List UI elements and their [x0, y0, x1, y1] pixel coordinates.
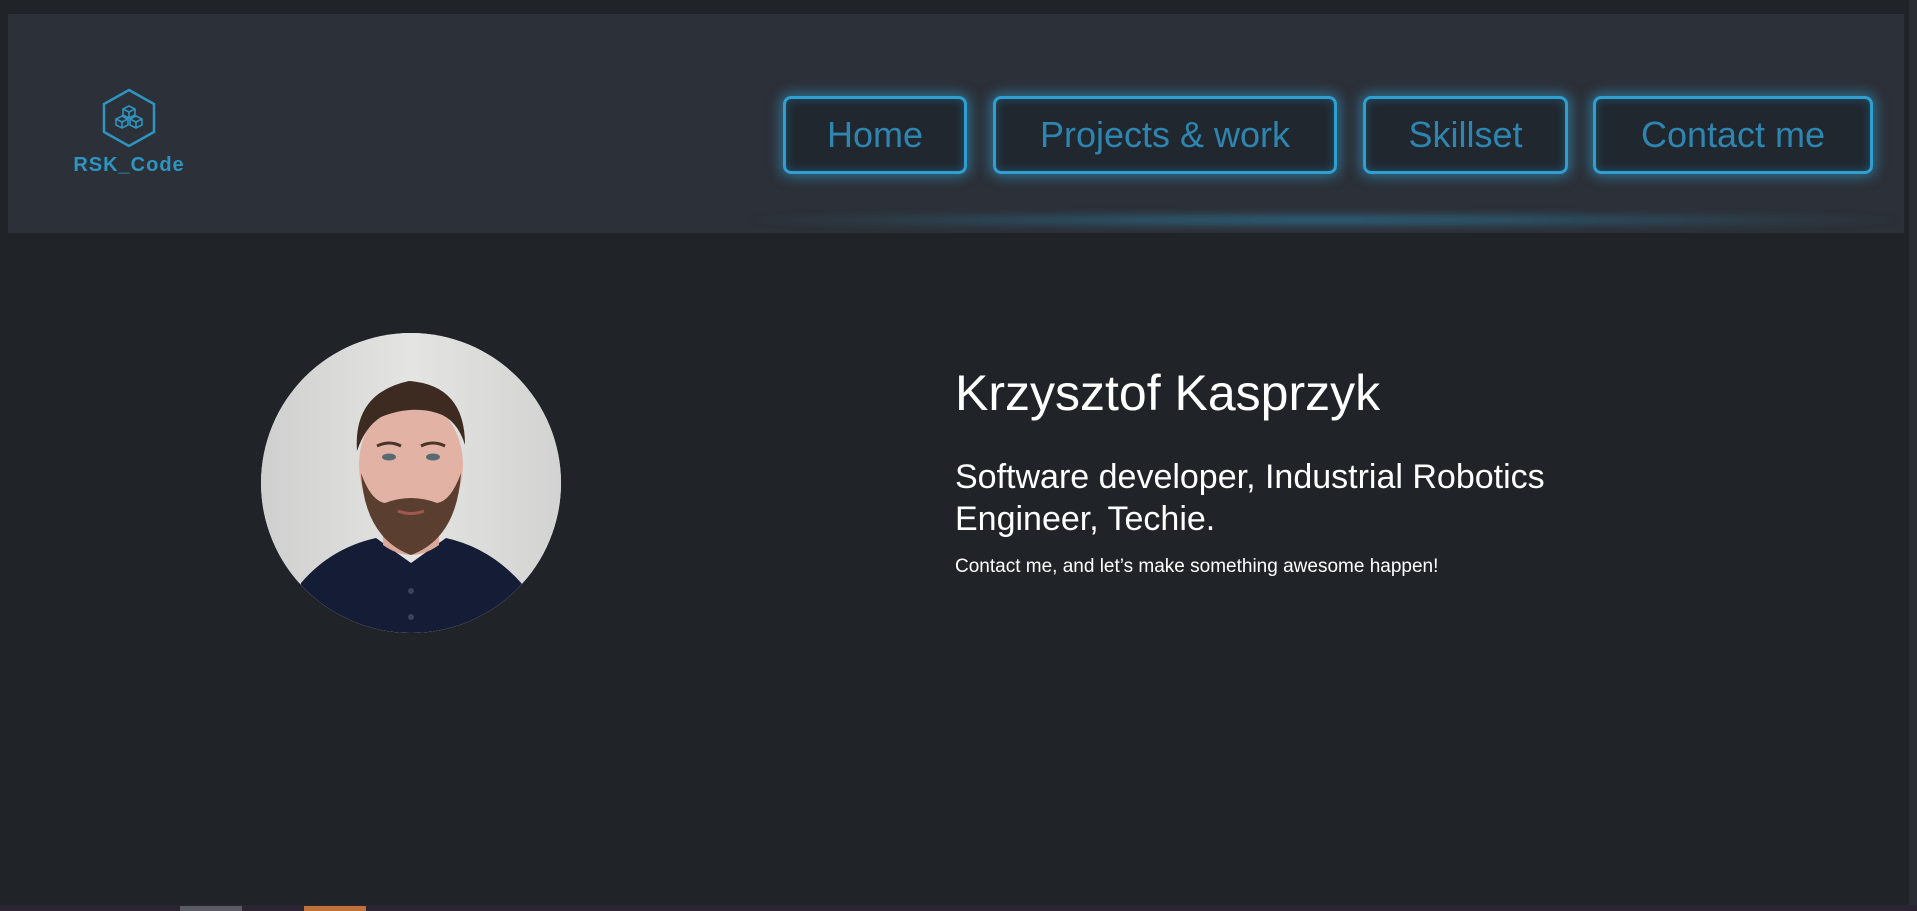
taskbar-item[interactable]	[304, 906, 366, 911]
hero-cta-text: Contact me, and let’s make something awe…	[955, 556, 1439, 577]
page: RSK_Code Home Projects & work Skillset C…	[0, 0, 1917, 911]
portrait-image	[261, 333, 561, 633]
hero-name: Krzysztof Kasprzyk	[955, 365, 1381, 421]
avatar	[261, 333, 561, 633]
nav-home-button[interactable]: Home	[783, 96, 967, 174]
taskbar-strip	[0, 905, 1917, 911]
hero-tagline: Software developer, Industrial Robotics …	[955, 458, 1545, 538]
header-glow-divider	[748, 213, 1898, 227]
main-nav: Home Projects & work Skillset Contact me	[8, 96, 1904, 178]
site-header: RSK_Code Home Projects & work Skillset C…	[8, 14, 1904, 233]
taskbar-item[interactable]	[180, 906, 242, 911]
nav-skillset-button[interactable]: Skillset	[1363, 96, 1568, 174]
nav-projects-button[interactable]: Projects & work	[993, 96, 1337, 174]
nav-contact-button[interactable]: Contact me	[1593, 96, 1873, 174]
scrollbar-track[interactable]	[1909, 0, 1917, 911]
